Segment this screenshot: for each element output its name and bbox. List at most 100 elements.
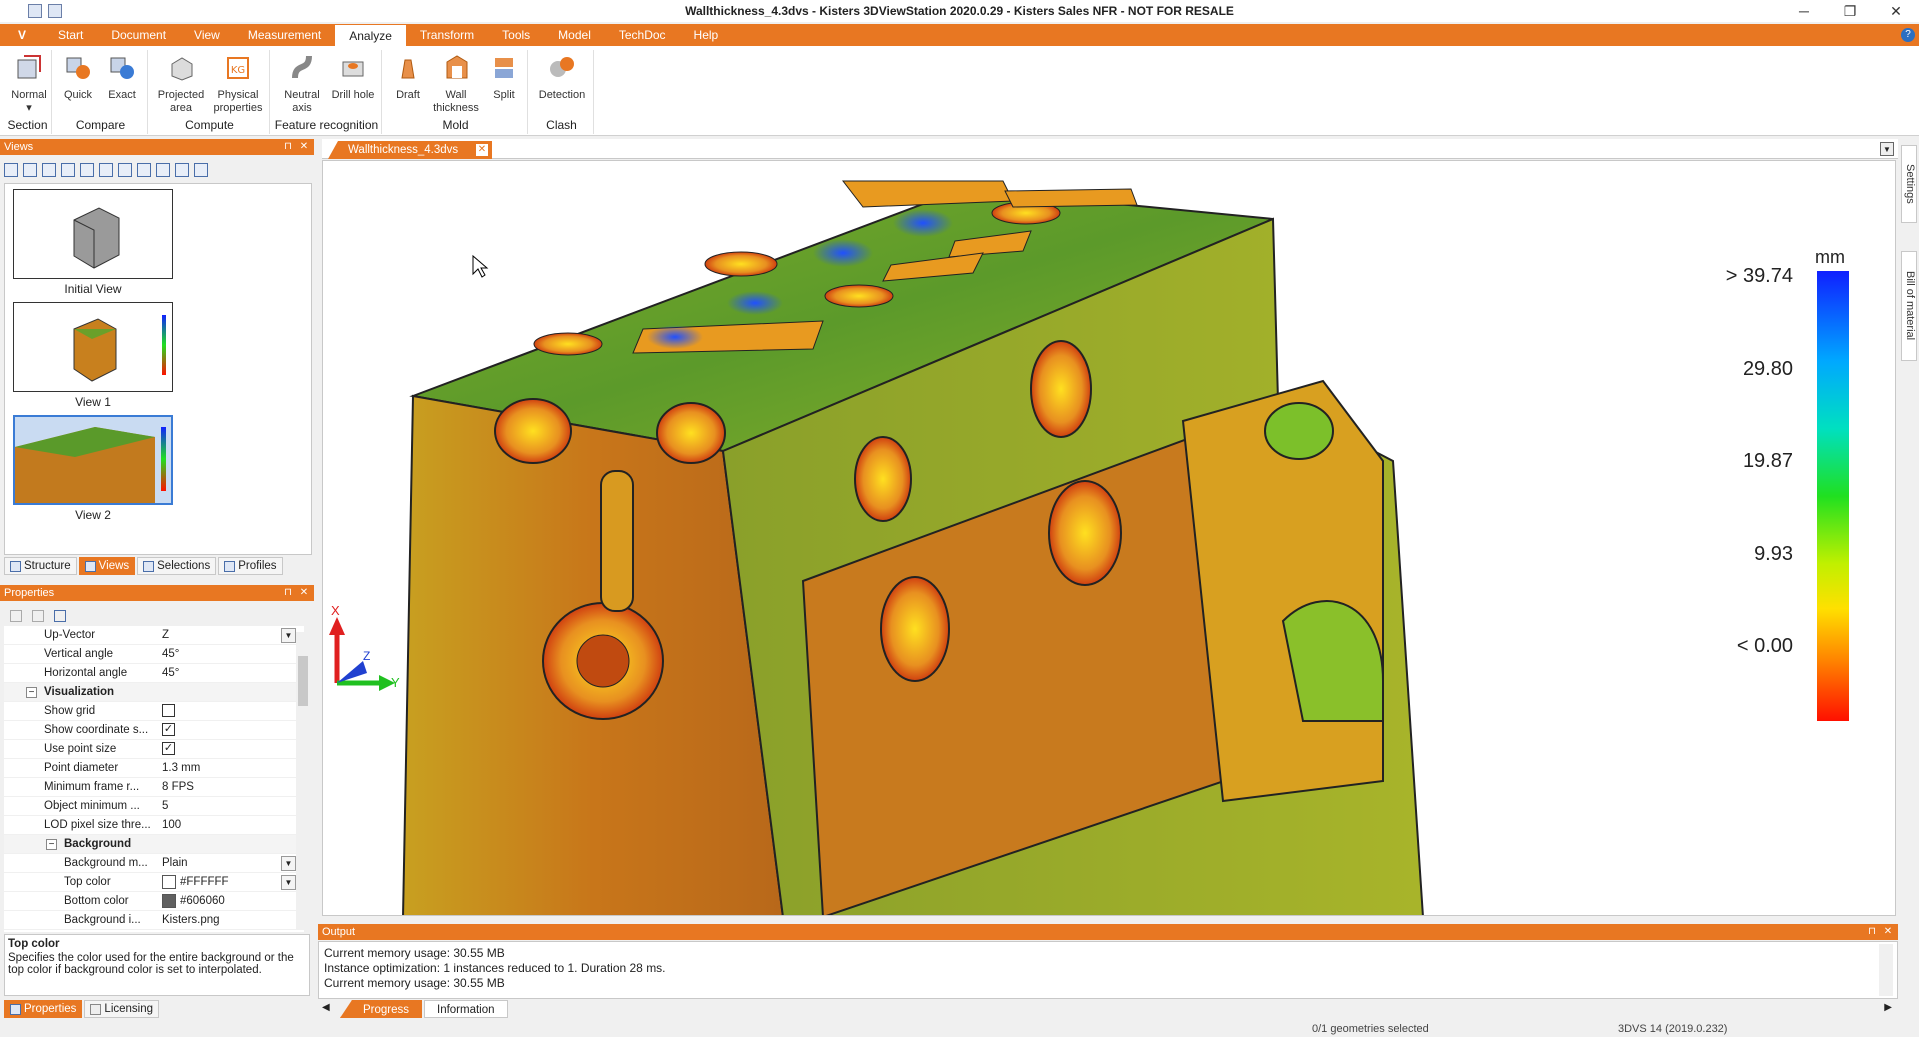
scroll-right-icon[interactable]: ▶: [1884, 1002, 1892, 1013]
tab-tools[interactable]: Tools: [488, 24, 544, 46]
alphabetical-icon[interactable]: [32, 610, 44, 622]
close-icon[interactable]: ✕: [1882, 926, 1894, 938]
view-refresh-icon[interactable]: [156, 163, 170, 177]
exact-compare-button[interactable]: Exact: [100, 52, 144, 102]
pin-icon[interactable]: ⊓: [282, 587, 294, 599]
split-icon: [495, 58, 513, 78]
property-row[interactable]: Show grid: [4, 702, 296, 721]
tab-model[interactable]: Model: [544, 24, 605, 46]
property-category[interactable]: − Visualization: [4, 683, 296, 702]
view-thumbnail-view-1[interactable]: [13, 302, 173, 392]
ribbon-group-label: Compare: [75, 118, 126, 132]
property-row[interactable]: Vertical angle 45°: [4, 645, 296, 664]
use-point-size-checkbox[interactable]: ✓: [162, 742, 175, 756]
projected-area-button[interactable]: Projected area: [154, 52, 208, 115]
property-row[interactable]: Top color #FFFFFF ▼: [4, 873, 296, 892]
view-settings-icon[interactable]: [137, 163, 151, 177]
collapse-icon[interactable]: −: [26, 687, 37, 698]
stop-icon[interactable]: [99, 163, 113, 177]
neutral-axis-button[interactable]: Neutral axis: [276, 52, 328, 115]
split-button[interactable]: Split: [482, 52, 526, 102]
collapse-icon[interactable]: −: [46, 839, 57, 850]
tab-information[interactable]: Information: [424, 1000, 508, 1018]
tab-measurement[interactable]: Measurement: [234, 24, 335, 46]
close-document-icon[interactable]: ✕: [476, 144, 488, 156]
scroll-left-icon[interactable]: ◀: [322, 1002, 330, 1013]
categorized-icon[interactable]: [10, 610, 22, 622]
property-row[interactable]: Show coordinate s... ✓: [4, 721, 296, 740]
show-coordinate-system-checkbox[interactable]: ✓: [162, 723, 175, 737]
home-view-icon[interactable]: [4, 163, 18, 177]
tab-help[interactable]: Help: [680, 24, 733, 46]
tab-selections[interactable]: Selections: [137, 557, 217, 575]
tab-view[interactable]: View: [180, 24, 234, 46]
pin-icon[interactable]: ⊓: [1866, 926, 1878, 938]
document-list-dropdown-icon[interactable]: ▼: [1880, 142, 1894, 156]
3d-viewport[interactable]: X Y Z mm > 39.74 29.80 19.87 9.93 < 0.00: [322, 160, 1896, 916]
next-view-icon[interactable]: [118, 163, 132, 177]
property-row[interactable]: LOD pixel size thre... 100: [4, 816, 296, 835]
view-1-preview: [73, 315, 166, 382]
edit-icon[interactable]: [48, 4, 62, 18]
tab-properties[interactable]: Properties: [4, 1000, 83, 1018]
update-view-icon[interactable]: [42, 163, 56, 177]
ribbon-group-label: Section: [7, 118, 48, 132]
drill-hole-button[interactable]: Drill hole: [328, 52, 378, 102]
view-export-icon[interactable]: [175, 163, 189, 177]
draft-button[interactable]: Draft: [386, 52, 430, 102]
tab-profiles[interactable]: Profiles: [218, 557, 283, 575]
property-row[interactable]: Point diameter 1.3 mm: [4, 759, 296, 778]
property-row[interactable]: Background i... Kisters.png: [4, 911, 296, 930]
tab-structure[interactable]: Structure: [4, 557, 77, 575]
view-thumbnail-initial[interactable]: [13, 189, 173, 279]
physical-properties-button[interactable]: KG Physical properties: [210, 52, 266, 115]
minimize-button[interactable]: ─: [1781, 0, 1827, 22]
property-row[interactable]: Up-Vector Z ▼: [4, 626, 296, 645]
show-grid-checkbox[interactable]: [162, 704, 175, 718]
normal-section-button[interactable]: Normal ▾: [4, 52, 54, 115]
pin-icon[interactable]: ⊓: [282, 141, 294, 153]
help-icon[interactable]: ?: [1901, 28, 1915, 42]
properties-panel-title: Properties: [4, 587, 55, 599]
output-scrollbar[interactable]: [1879, 944, 1893, 996]
app-menu-button[interactable]: V: [0, 24, 44, 46]
property-row[interactable]: Bottom color #606060: [4, 892, 296, 911]
view-import-icon[interactable]: [194, 163, 208, 177]
property-row[interactable]: Use point size ✓: [4, 740, 296, 759]
view-thumbnail-view-2[interactable]: [13, 415, 173, 505]
save-icon[interactable]: [28, 4, 42, 18]
property-row[interactable]: Minimum frame r... 8 FPS: [4, 778, 296, 797]
scrollbar-thumb[interactable]: [298, 656, 308, 706]
property-row[interactable]: Horizontal angle 45°: [4, 664, 296, 683]
bill-of-material-side-tab[interactable]: Bill of material: [1901, 251, 1917, 361]
quick-compare-button[interactable]: Quick: [56, 52, 100, 102]
add-view-icon[interactable]: [23, 163, 37, 177]
tab-techdoc[interactable]: TechDoc: [605, 24, 680, 46]
tab-licensing[interactable]: Licensing: [84, 1000, 160, 1018]
tab-views[interactable]: Views: [78, 557, 136, 575]
property-row[interactable]: Background m... Plain ▼: [4, 854, 296, 873]
tab-analyze[interactable]: Analyze: [335, 24, 406, 46]
property-row[interactable]: Object minimum ... 5: [4, 797, 296, 816]
close-icon[interactable]: ✕: [298, 587, 310, 599]
properties-scrollbar[interactable]: [296, 632, 310, 930]
dropdown-icon[interactable]: ▼: [281, 856, 296, 871]
settings-side-tab[interactable]: Settings: [1901, 145, 1917, 223]
restore-button[interactable]: ❐: [1827, 0, 1873, 22]
property-category[interactable]: − Background: [4, 835, 296, 854]
dropdown-icon[interactable]: ▼: [281, 628, 296, 643]
document-tab[interactable]: Wallthickness_4.3dvs ✕: [328, 141, 492, 159]
tab-start[interactable]: Start: [44, 24, 97, 46]
tab-transform[interactable]: Transform: [406, 24, 488, 46]
tab-progress[interactable]: Progress: [340, 1000, 423, 1018]
close-button[interactable]: ✕: [1873, 0, 1919, 22]
delete-view-icon[interactable]: [61, 163, 75, 177]
wall-thickness-button[interactable]: Wall thickness: [430, 52, 482, 115]
clash-detection-button[interactable]: Detection: [534, 52, 590, 102]
filter-icon[interactable]: [54, 610, 66, 622]
previous-view-icon[interactable]: [80, 163, 94, 177]
tab-document[interactable]: Document: [97, 24, 180, 46]
close-icon[interactable]: ✕: [298, 141, 310, 153]
view-2-preview: [15, 417, 171, 503]
dropdown-icon[interactable]: ▼: [281, 875, 296, 890]
